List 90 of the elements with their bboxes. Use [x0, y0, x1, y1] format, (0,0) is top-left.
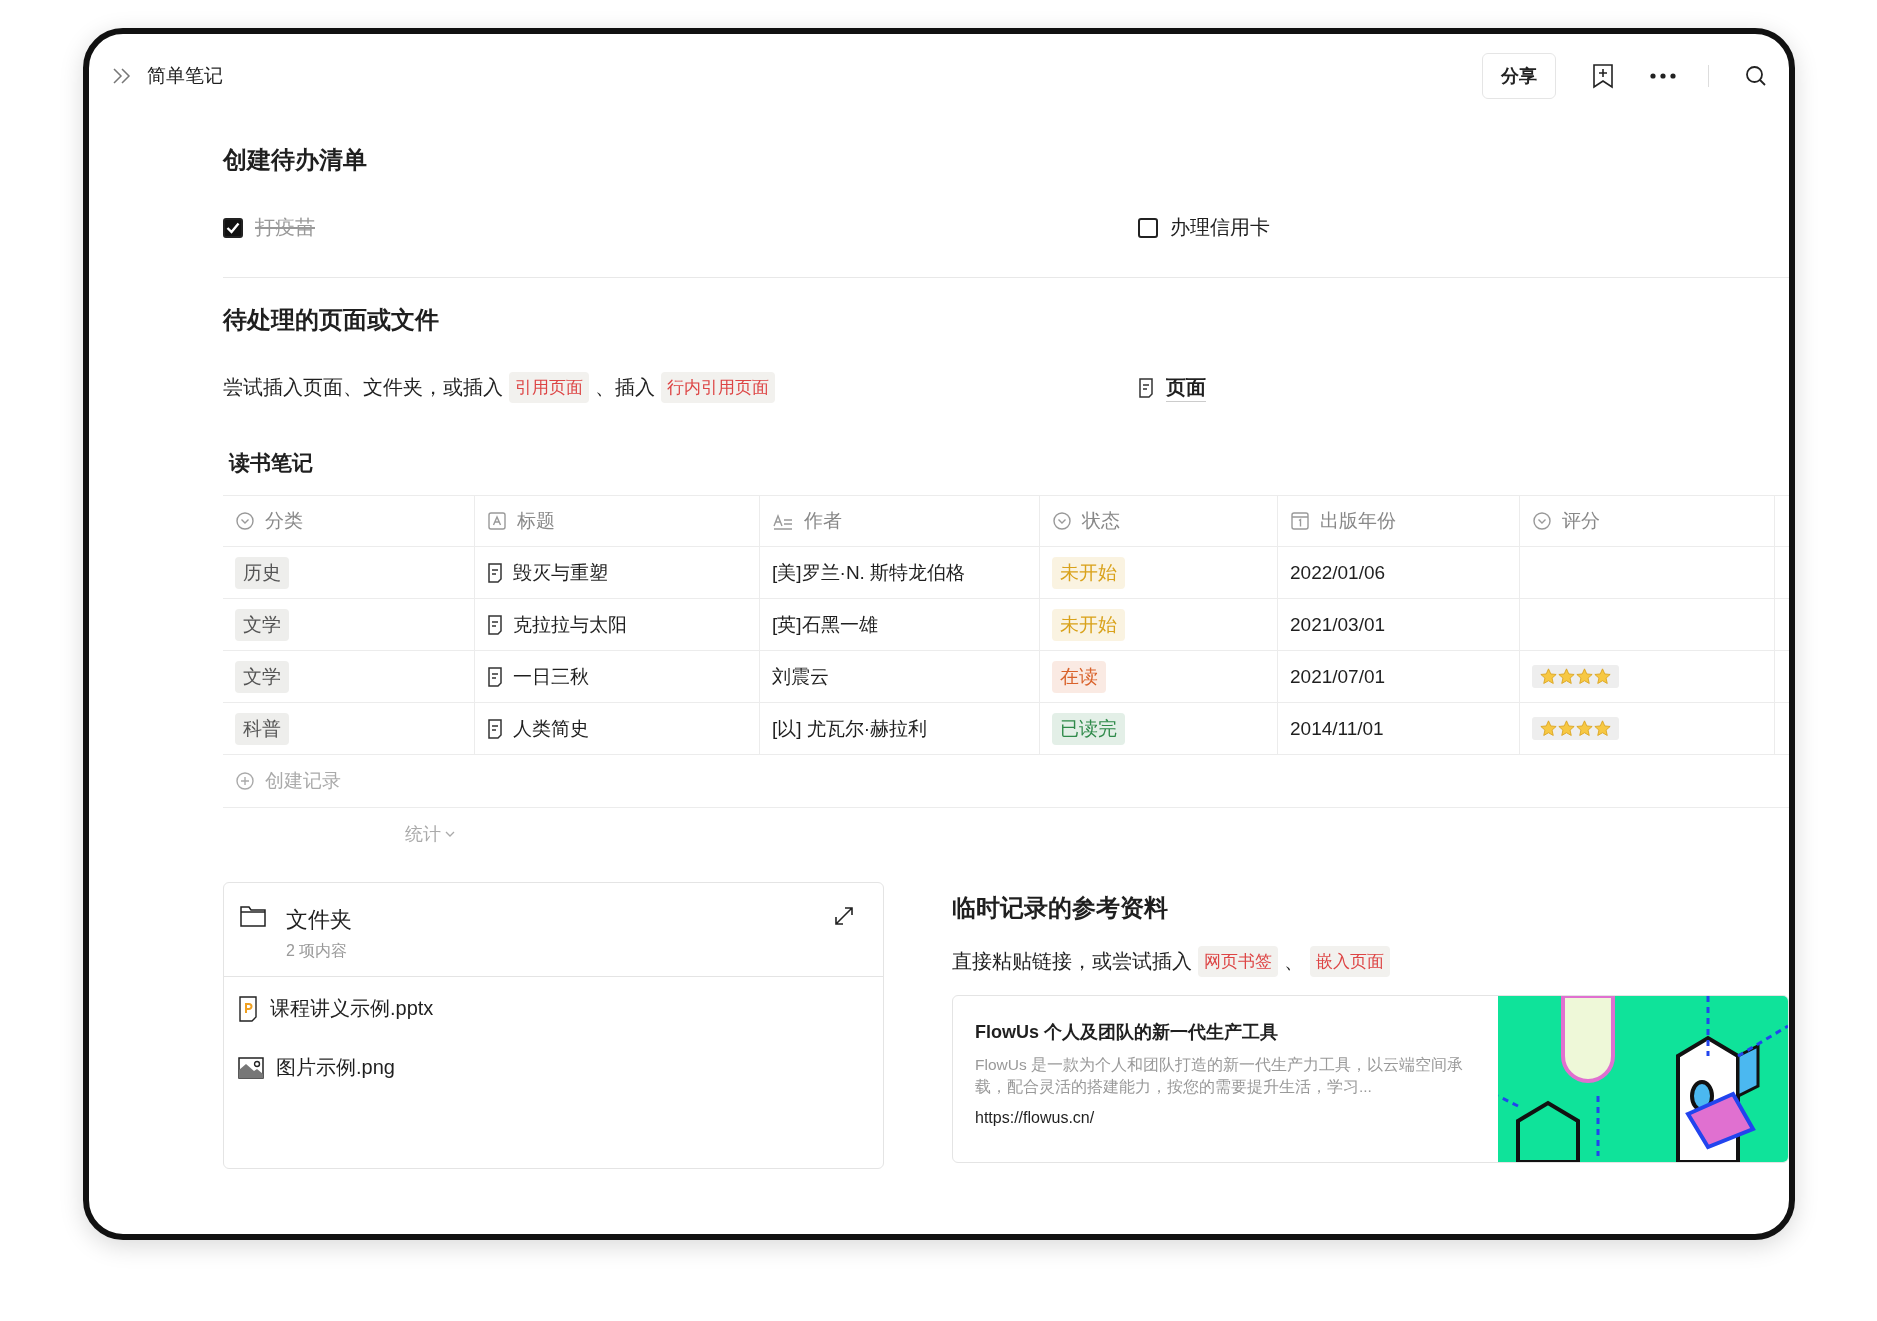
star-icon [1540, 720, 1557, 737]
todo-label: 打疫苗 [255, 215, 315, 240]
checkbox[interactable] [223, 217, 243, 238]
share-button[interactable]: 分享 [1482, 53, 1556, 99]
checkbox[interactable] [1138, 217, 1158, 238]
folder-name: 文件夹 [286, 906, 353, 934]
star-icon [1594, 720, 1611, 737]
table-cell: 2014/11/01 [1290, 717, 1384, 740]
star-icon [1558, 720, 1575, 737]
category-tag: 科普 [235, 712, 289, 745]
page-icon [487, 666, 503, 687]
expand-icon[interactable] [833, 905, 855, 927]
dropdown-circle-icon [235, 511, 255, 531]
plus-circle-icon [235, 771, 255, 791]
more-icon[interactable] [1650, 73, 1676, 79]
page-icon [1138, 377, 1154, 398]
folder-card[interactable]: 文件夹 2 项内容 课程讲义示例.pptx 图片示例.png [223, 882, 884, 1169]
paragraph-text: 、 [1284, 949, 1304, 974]
section-heading: 待处理的页面或文件 [223, 305, 440, 335]
bookmark-description: FlowUs 是一款为个人和团队打造的新一代生产力工具，以云端空间承载，配合灵活的搭建能力，按您的需要提升生活，学习... [975, 1055, 1464, 1098]
page-icon [487, 718, 503, 739]
section-heading: 临时记录的参考资料 [952, 893, 1169, 923]
column-label: 出版年份 [1320, 509, 1396, 533]
column-header[interactable]: 分类 [223, 495, 475, 547]
star-icon [1540, 668, 1557, 685]
category-tag: 文学 [235, 608, 289, 641]
column-header[interactable]: 作者 [760, 495, 1040, 547]
bookmark-url: https://flowus.cn/ [975, 1108, 1096, 1127]
table-cell: 2021/07/01 [1290, 665, 1386, 688]
column-label: 作者 [804, 509, 842, 533]
category-tag: 历史 [235, 556, 289, 589]
column-label: 状态 [1082, 509, 1120, 533]
double-chevron-icon[interactable] [111, 67, 133, 85]
book-title[interactable]: 毁灭与重塑 [513, 559, 608, 586]
dropdown-circle-icon [1532, 511, 1552, 531]
column-label: 标题 [517, 509, 555, 533]
inline-tag[interactable]: 嵌入页面 [1310, 946, 1390, 977]
column-header[interactable]: 出版年份 [1278, 495, 1520, 547]
star-icon [1576, 668, 1593, 685]
book-title[interactable]: 一日三秋 [513, 663, 589, 690]
calendar-icon [1290, 511, 1310, 531]
bookmark-card[interactable]: FlowUs 个人及团队的新一代生产工具 FlowUs 是一款为个人和团队打造的新一代生产力工具，以云端空间承载，配合灵活的搭建能力，按您的需要提升生活，学习... https://flowus.cn/ [952, 995, 1789, 1163]
column-label: 分类 [265, 509, 303, 533]
page-title: 简单笔记 [147, 64, 224, 88]
status-tag: 未开始 [1052, 608, 1125, 641]
category-tag: 文学 [235, 660, 289, 693]
column-label: 评分 [1562, 509, 1600, 533]
column-header[interactable]: 评分 [1520, 495, 1775, 547]
page-icon [487, 614, 503, 635]
book-title[interactable]: 克拉拉与太阳 [513, 611, 627, 638]
search-icon[interactable] [1745, 65, 1767, 87]
table-cell: 2021/03/01 [1290, 613, 1386, 636]
chevron-down-icon [445, 831, 455, 837]
slide-file-icon [238, 995, 258, 1022]
paragraph-text: 尝试插入页面、文件夹，或插入 [223, 375, 503, 400]
table-cell-text: [英]石黑一雄 [772, 612, 878, 637]
inline-tag[interactable]: 行内引用页面 [661, 372, 775, 403]
status-tag: 未开始 [1052, 556, 1125, 589]
dropdown-circle-icon [1052, 511, 1072, 531]
page-link[interactable]: 页面 [1166, 373, 1206, 402]
add-record-button[interactable]: 创建记录 [223, 755, 1789, 808]
table-cell-text: [以] 尤瓦尔·赫拉利 [772, 716, 928, 741]
bookmark-plus-icon[interactable] [1592, 63, 1614, 89]
column-header[interactable]: 状态 [1040, 495, 1278, 547]
item-count: 2 项内容 [286, 941, 349, 961]
table-cell: 2022/01/06 [1290, 561, 1386, 584]
star-icon [1576, 720, 1593, 737]
table-cell-text: [美]罗兰·N. 斯特龙伯格 [772, 560, 966, 585]
todo-label: 办理信用卡 [1170, 215, 1270, 240]
inline-tag[interactable]: 引用页面 [509, 372, 589, 403]
summary-dropdown[interactable]: 统计 [223, 808, 1789, 846]
image-file-icon [238, 1056, 264, 1079]
section-heading: 创建待办清单 [223, 145, 368, 175]
status-tag: 已读完 [1052, 712, 1125, 745]
star-icon [1594, 668, 1611, 685]
table-cell-text: 刘震云 [772, 664, 829, 689]
table-title: 读书笔记 [227, 450, 314, 476]
star-icon [1558, 668, 1575, 685]
page-icon [487, 562, 503, 583]
paragraph-text: 、插入 [595, 375, 655, 400]
folder-icon [240, 905, 266, 927]
column-header[interactable]: 标题 [475, 495, 760, 547]
text-box-icon [487, 511, 507, 531]
inline-tag[interactable]: 网页书签 [1198, 946, 1278, 977]
file-name[interactable]: 课程讲义示例.pptx [270, 995, 434, 1022]
status-tag: 在读 [1052, 660, 1106, 693]
paragraph-text: 直接粘贴链接，或尝试插入 [952, 949, 1192, 974]
book-title[interactable]: 人类简史 [513, 715, 589, 742]
file-name[interactable]: 图片示例.png [276, 1054, 395, 1081]
bookmark-title: FlowUs 个人及团队的新一代生产工具 [975, 1021, 1279, 1044]
